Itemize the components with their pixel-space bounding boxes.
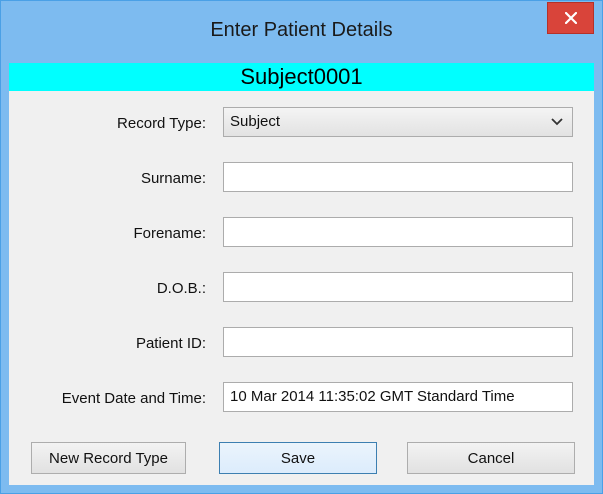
dialog-window: Enter Patient Details Subject0001 Record…: [0, 0, 603, 494]
record-type-select[interactable]: Subject: [223, 107, 573, 137]
cancel-button[interactable]: Cancel: [407, 442, 575, 474]
close-button[interactable]: [547, 2, 594, 34]
event-datetime-field[interactable]: 10 Mar 2014 11:35:02 GMT Standard Time: [223, 382, 573, 412]
chevron-down-icon: [551, 118, 563, 126]
patient-id-field[interactable]: [223, 327, 573, 357]
patient-id-label: Patient ID:: [135, 335, 206, 352]
dob-field[interactable]: [223, 272, 573, 302]
record-type-value: Subject: [230, 113, 281, 130]
forename-field[interactable]: [223, 217, 573, 247]
new-record-type-button[interactable]: New Record Type: [31, 442, 186, 474]
event-datetime-label: Event Date and Time:: [61, 390, 206, 407]
save-button[interactable]: Save: [219, 442, 377, 474]
record-type-label: Record Type:: [117, 115, 206, 132]
title-bar[interactable]: Enter Patient Details: [1, 1, 602, 63]
dialog-content: Subject0001 Record Type: Subject Surname…: [9, 63, 594, 485]
window-title: Enter Patient Details: [210, 19, 393, 41]
forename-label: Forename:: [133, 225, 206, 242]
subject-name-bar: Subject0001: [9, 63, 594, 91]
dob-label: D.O.B.:: [156, 280, 206, 297]
surname-field[interactable]: [223, 162, 573, 192]
close-icon: [564, 12, 577, 24]
surname-label: Surname:: [140, 170, 206, 187]
